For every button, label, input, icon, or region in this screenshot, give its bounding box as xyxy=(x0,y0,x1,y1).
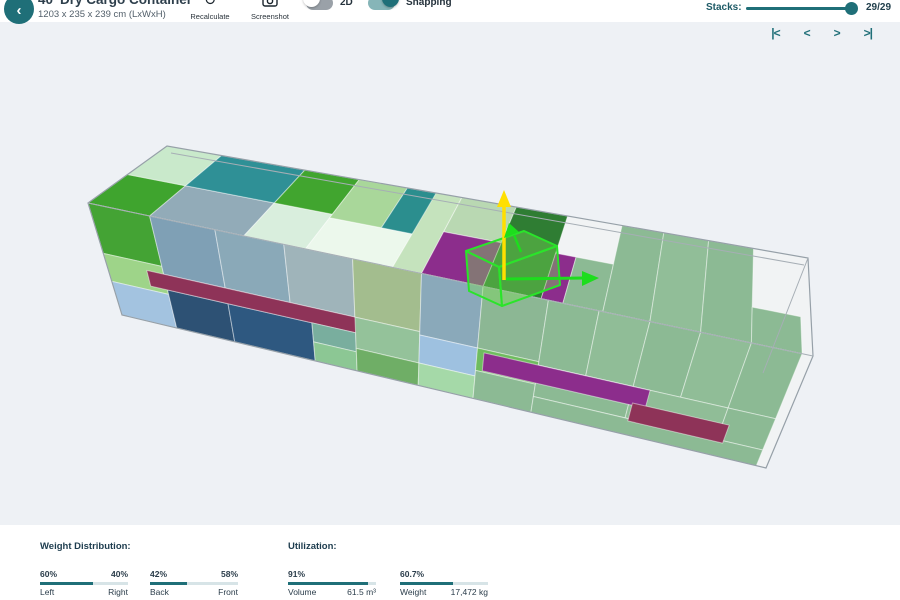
last-stack-button[interactable]: >| xyxy=(860,24,876,42)
2d-toggle-track[interactable] xyxy=(306,0,333,10)
camera-icon xyxy=(262,0,278,7)
back-label: Back xyxy=(150,587,169,597)
stack-nav: |< < > >| xyxy=(767,24,876,42)
cargo-box[interactable] xyxy=(701,241,754,343)
up-axis-arrow-head[interactable] xyxy=(497,190,511,207)
weight-value: 17,472 kg xyxy=(451,587,488,597)
container-dimensions: 1203 x 235 x 239 cm (LxWxH) xyxy=(38,9,166,20)
left-label: Left xyxy=(40,587,54,597)
left-right-bar-track xyxy=(40,582,128,585)
back-chevron-icon: ‹ xyxy=(17,2,22,19)
left-percent: 60% xyxy=(40,569,57,579)
left-right-weight-bar: 60% 40% Left Right xyxy=(40,569,128,597)
left-right-bar-fill xyxy=(40,582,93,585)
back-front-weight-bar: 42% 58% Back Front xyxy=(150,569,238,597)
utilization-heading: Utilization: xyxy=(288,541,337,552)
stacks-label: Stacks: xyxy=(706,2,742,13)
2d-toggle-label: 2D xyxy=(340,0,353,8)
stacks-slider[interactable] xyxy=(746,7,856,10)
recalculate-button[interactable]: ↻ Recalculate xyxy=(182,0,238,22)
snapping-toggle-label: Snapping xyxy=(406,0,452,8)
app-window: ‹ 40' Dry Cargo Container 1203 x 235 x 2… xyxy=(0,0,900,600)
first-stack-button[interactable]: |< xyxy=(767,24,783,42)
right-percent: 40% xyxy=(111,569,128,579)
stacks-slider-fill xyxy=(746,7,856,10)
3d-viewport[interactable] xyxy=(0,22,900,525)
weight-percent: 60.7% xyxy=(400,569,424,579)
weight-bar-fill xyxy=(400,582,453,585)
volume-utilization-bar: 91% Volume 61.5 m³ xyxy=(288,569,376,597)
volume-bar-fill xyxy=(288,582,368,585)
back-button[interactable]: ‹ xyxy=(4,0,34,24)
back-percent: 42% xyxy=(150,569,167,579)
weight-bar-track xyxy=(400,582,488,585)
2d-toggle-knob[interactable] xyxy=(303,0,320,7)
screenshot-button[interactable]: Screenshot xyxy=(242,0,298,22)
screenshot-label: Screenshot xyxy=(242,12,298,21)
stats-panel: Weight Distribution: Utilization: 60% 40… xyxy=(0,525,900,600)
page-title: 40' Dry Cargo Container xyxy=(38,0,192,7)
cargo-boxes-group xyxy=(88,146,802,466)
container-3d-view[interactable] xyxy=(0,22,900,525)
right-label: Right xyxy=(108,587,128,597)
volume-label: Volume xyxy=(288,587,316,597)
snapping-toggle-track[interactable] xyxy=(368,0,395,10)
top-toolbar: ‹ 40' Dry Cargo Container 1203 x 235 x 2… xyxy=(0,0,900,22)
right-axis-arrow[interactable] xyxy=(506,278,584,279)
weight-utilization-bar: 60.7% Weight 17,472 kg xyxy=(400,569,488,597)
weight-label: Weight xyxy=(400,587,426,597)
snapping-toggle-knob[interactable] xyxy=(382,0,399,7)
front-label: Front xyxy=(218,587,238,597)
stacks-value: 29/29 xyxy=(866,2,891,13)
back-front-bar-track xyxy=(150,582,238,585)
refresh-icon: ↻ xyxy=(204,0,217,9)
next-stack-button[interactable]: > xyxy=(830,24,844,42)
recalculate-label: Recalculate xyxy=(182,12,238,21)
front-percent: 58% xyxy=(221,569,238,579)
stacks-slider-knob[interactable] xyxy=(845,2,858,15)
weight-distribution-heading: Weight Distribution: xyxy=(40,541,131,552)
volume-bar-track xyxy=(288,582,376,585)
volume-value: 61.5 m³ xyxy=(347,587,376,597)
volume-percent: 91% xyxy=(288,569,305,579)
back-front-bar-fill xyxy=(150,582,187,585)
previous-stack-button[interactable]: < xyxy=(800,24,814,42)
